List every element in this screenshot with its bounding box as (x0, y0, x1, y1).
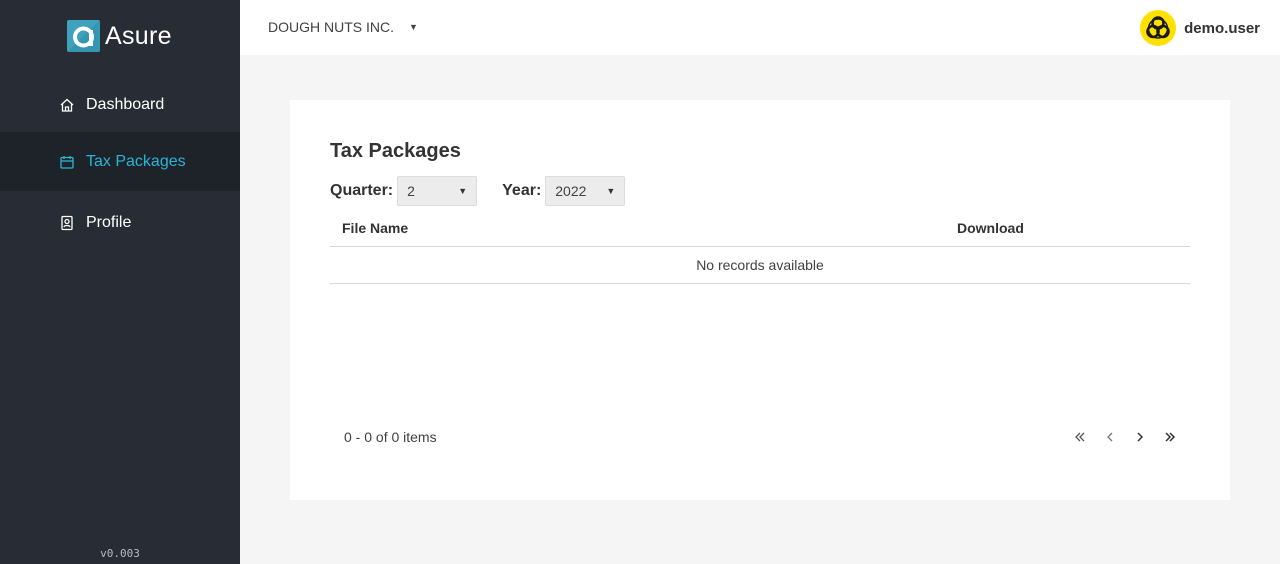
chevron-down-icon: ▼ (458, 186, 468, 196)
pager (1065, 426, 1185, 448)
biohazard-icon (1146, 16, 1170, 39)
grid-header: File Name Download (330, 210, 1190, 247)
quarter-value: 2 (407, 183, 415, 199)
chevron-right-icon (1137, 432, 1144, 442)
sidebar-item-tax-packages[interactable]: Tax Packages (0, 132, 240, 191)
sidebar-item-label: Profile (86, 213, 132, 231)
company-name: DOUGH NUTS INC. (268, 19, 394, 35)
double-chevron-right-icon (1165, 432, 1176, 442)
company-selector[interactable]: DOUGH NUTS INC. ▼ (268, 19, 418, 35)
previous-page-button[interactable] (1095, 426, 1125, 448)
version-label: v0.003 (100, 547, 140, 560)
logo-text: Asure (105, 21, 172, 50)
column-header-file-name[interactable]: File Name (330, 220, 957, 236)
sidebar-item-profile[interactable]: Profile (0, 193, 240, 252)
year-value: 2022 (555, 183, 587, 199)
column-header-download[interactable]: Download (957, 220, 1024, 236)
filter-bar: Quarter: 2 ▼ Year: 2022 ▼ (330, 176, 626, 206)
sidebar-item-dashboard[interactable]: Dashboard (0, 75, 240, 134)
last-page-button[interactable] (1155, 426, 1185, 448)
pager-info: 0 - 0 of 0 items (344, 429, 437, 445)
next-page-button[interactable] (1125, 426, 1155, 448)
badge-icon (59, 215, 75, 231)
chevron-down-icon: ▼ (606, 186, 616, 196)
chevron-left-icon (1107, 432, 1113, 442)
quarter-dropdown[interactable]: 2 ▼ (397, 176, 478, 206)
first-page-button[interactable] (1065, 426, 1095, 448)
year-dropdown[interactable]: 2022 ▼ (545, 176, 626, 206)
tax-packages-card: Tax Packages Quarter: 2 ▼ Year: 2022 ▼ F… (290, 100, 1230, 500)
asure-logo-icon (67, 20, 100, 52)
year-label: Year: (502, 182, 542, 199)
tax-packages-grid: File Name Download No records available (330, 210, 1190, 284)
top-bar: DOUGH NUTS INC. ▼ demo.user (240, 0, 1280, 55)
quarter-label: Quarter: (330, 182, 394, 199)
no-records-message: No records available (330, 247, 1190, 284)
double-chevron-left-icon (1075, 432, 1085, 442)
page-title: Tax Packages (330, 140, 461, 162)
app-logo[interactable]: Asure (67, 20, 172, 52)
sidebar: Asure Dashboard Tax Packages Profile v0.… (0, 0, 240, 564)
username: demo.user (1184, 19, 1260, 37)
user-menu[interactable]: demo.user (1140, 10, 1260, 46)
calendar-icon (59, 154, 75, 170)
home-icon (59, 97, 75, 113)
sidebar-item-label: Dashboard (86, 95, 165, 113)
avatar (1140, 10, 1177, 46)
sidebar-item-label: Tax Packages (86, 152, 186, 170)
chevron-down-icon: ▼ (409, 22, 418, 32)
